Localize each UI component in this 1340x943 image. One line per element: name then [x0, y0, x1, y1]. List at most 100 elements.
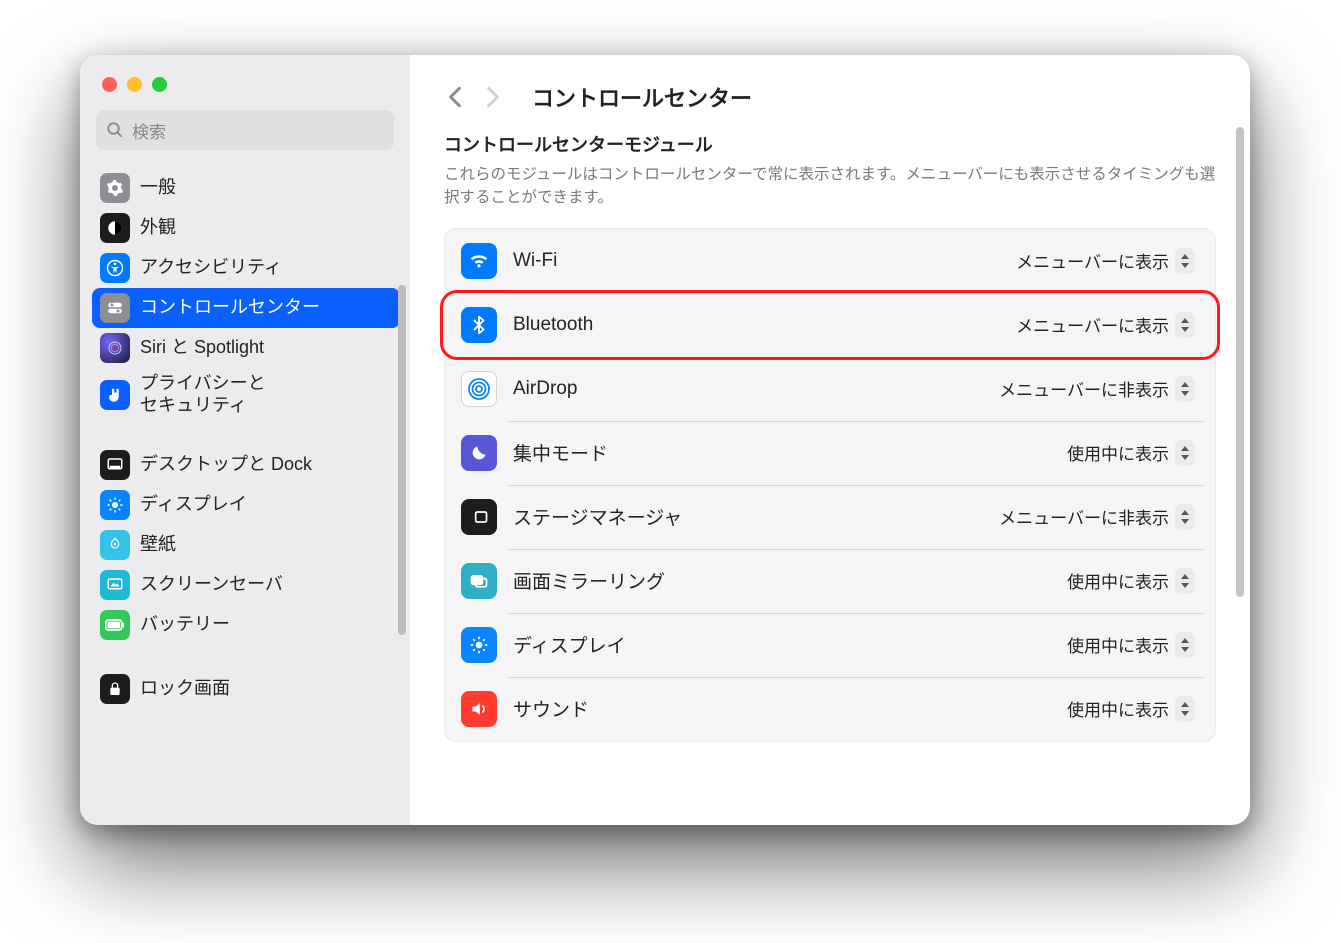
sidebar-item-appearance[interactable]: 外観 [92, 208, 400, 248]
sidebar-item-accessibility[interactable]: アクセシビリティ [92, 248, 400, 288]
module-value: 使用中に表示 [1067, 568, 1169, 593]
module-value: メニューバーに非表示 [999, 504, 1169, 529]
minimize-window-button[interactable] [127, 77, 142, 92]
module-label: ディスプレイ [513, 631, 1041, 658]
search-icon [106, 121, 124, 139]
sidebar-item-privacy[interactable]: プライバシーと セキュリティ [92, 368, 400, 421]
module-label: 画面ミラーリング [513, 567, 1041, 594]
module-label: ステージマネージャ [513, 503, 973, 530]
module-value: メニューバーに表示 [1016, 312, 1169, 337]
search-input[interactable]: 検索 [96, 110, 394, 150]
module-value: メニューバーに非表示 [999, 376, 1169, 401]
module-row-screen-mirroring: 画面ミラーリング 使用中に表示 [445, 549, 1215, 613]
module-row-display: ディスプレイ 使用中に表示 [445, 613, 1215, 677]
module-value-popup[interactable]: 使用中に表示 [1057, 694, 1199, 724]
module-label: サウンド [513, 695, 1041, 722]
sidebar-item-label: Siri と Spotlight [140, 337, 264, 359]
stepper-icon [1175, 696, 1195, 722]
module-row-focus: 集中モード 使用中に表示 [445, 421, 1215, 485]
module-row-wifi: Wi-Fi メニューバーに表示 [445, 229, 1215, 293]
sidebar-item-siri[interactable]: Siri と Spotlight [92, 328, 400, 368]
module-label: 集中モード [513, 439, 1041, 466]
appearance-icon [100, 213, 130, 243]
stepper-icon [1175, 568, 1195, 594]
sidebar-item-label: 外観 [140, 217, 176, 239]
module-value: メニューバーに表示 [1016, 248, 1169, 273]
display-icon [100, 490, 130, 520]
module-value-popup[interactable]: 使用中に表示 [1057, 566, 1199, 596]
stepper-icon [1175, 248, 1195, 274]
sidebar-item-wallpaper[interactable]: 壁紙 [92, 525, 400, 565]
stepper-icon [1175, 440, 1195, 466]
module-value-popup[interactable]: 使用中に表示 [1057, 630, 1199, 660]
sidebar-item-label: スクリーンセーバ [140, 574, 283, 596]
page-title: コントロールセンター [532, 81, 752, 113]
sidebar-item-lock-screen[interactable]: ロック画面 [92, 669, 400, 709]
section-description: これらのモジュールはコントロールセンターで常に表示されます。メニューバーにも表示… [444, 163, 1216, 210]
sidebar-item-label: 壁紙 [140, 534, 176, 556]
module-value-popup[interactable]: メニューバーに非表示 [989, 502, 1199, 532]
sidebar-item-battery[interactable]: バッテリー [92, 605, 400, 645]
sidebar-item-display[interactable]: ディスプレイ [92, 485, 400, 525]
module-value-popup[interactable]: メニューバーに表示 [1006, 246, 1199, 276]
module-value: 使用中に表示 [1067, 696, 1169, 721]
stepper-icon [1175, 376, 1195, 402]
module-row-airdrop: AirDrop メニューバーに非表示 [445, 357, 1215, 421]
sidebar-item-label: 一般 [140, 177, 176, 199]
sidebar-item-label: ロック画面 [140, 678, 230, 700]
wallpaper-icon [100, 530, 130, 560]
main-scrollbar[interactable] [1236, 127, 1244, 597]
settings-window: 検索 一般 外観 [80, 55, 1250, 825]
focus-icon [461, 435, 497, 471]
module-value: 使用中に表示 [1067, 440, 1169, 465]
sidebar-item-label: ディスプレイ [140, 494, 247, 516]
main-header: コントロールセンター [410, 55, 1250, 131]
module-value: 使用中に表示 [1067, 632, 1169, 657]
sidebar: 検索 一般 外観 [80, 55, 410, 825]
close-window-button[interactable] [102, 77, 117, 92]
sidebar-item-control-center[interactable]: コントロールセンター [92, 288, 400, 328]
back-button[interactable] [440, 82, 470, 112]
siri-icon [100, 333, 130, 363]
stepper-icon [1175, 312, 1195, 338]
sidebar-nav: 一般 外観 アクセシビリティ [80, 164, 410, 825]
sidebar-item-label: プライバシーと セキュリティ [140, 373, 266, 416]
lock-icon [100, 674, 130, 704]
section-title: コントロールセンターモジュール [444, 131, 1216, 157]
screen-mirroring-icon [461, 563, 497, 599]
main-panel: コントロールセンター コントロールセンターモジュール これらのモジュールはコント… [410, 55, 1250, 825]
sound-icon [461, 691, 497, 727]
sidebar-scrollbar[interactable] [398, 285, 406, 635]
module-label: Bluetooth [513, 314, 990, 336]
desktop-dock-icon [100, 450, 130, 480]
airdrop-icon [461, 371, 497, 407]
sidebar-item-label: コントロールセンター [140, 297, 320, 319]
control-center-icon [100, 293, 130, 323]
module-list: Wi-Fi メニューバーに表示 Bluetooth メニューバーに表示 [444, 228, 1216, 742]
module-row-stage-manager: ステージマネージャ メニューバーに非表示 [445, 485, 1215, 549]
window-controls [80, 73, 410, 110]
sidebar-item-label: バッテリー [140, 614, 230, 636]
zoom-window-button[interactable] [152, 77, 167, 92]
sidebar-item-desktop-dock[interactable]: デスクトップと Dock [92, 445, 400, 485]
search-placeholder: 検索 [132, 118, 166, 143]
module-row-sound: サウンド 使用中に表示 [445, 677, 1215, 741]
stage-manager-icon [461, 499, 497, 535]
battery-icon [100, 610, 130, 640]
privacy-icon [100, 380, 130, 410]
sidebar-item-label: アクセシビリティ [140, 257, 282, 279]
module-value-popup[interactable]: メニューバーに表示 [1006, 310, 1199, 340]
module-value-popup[interactable]: メニューバーに非表示 [989, 374, 1199, 404]
module-value-popup[interactable]: 使用中に表示 [1057, 438, 1199, 468]
sidebar-item-general[interactable]: 一般 [92, 168, 400, 208]
module-label: AirDrop [513, 378, 973, 400]
sidebar-item-screensaver[interactable]: スクリーンセーバ [92, 565, 400, 605]
stepper-icon [1175, 504, 1195, 530]
screensaver-icon [100, 570, 130, 600]
main-body: コントロールセンターモジュール これらのモジュールはコントロールセンターで常に表… [410, 131, 1250, 825]
accessibility-icon [100, 253, 130, 283]
brightness-icon [461, 627, 497, 663]
forward-button[interactable] [478, 82, 508, 112]
sidebar-item-label: デスクトップと Dock [140, 454, 312, 476]
module-label: Wi-Fi [513, 250, 990, 272]
